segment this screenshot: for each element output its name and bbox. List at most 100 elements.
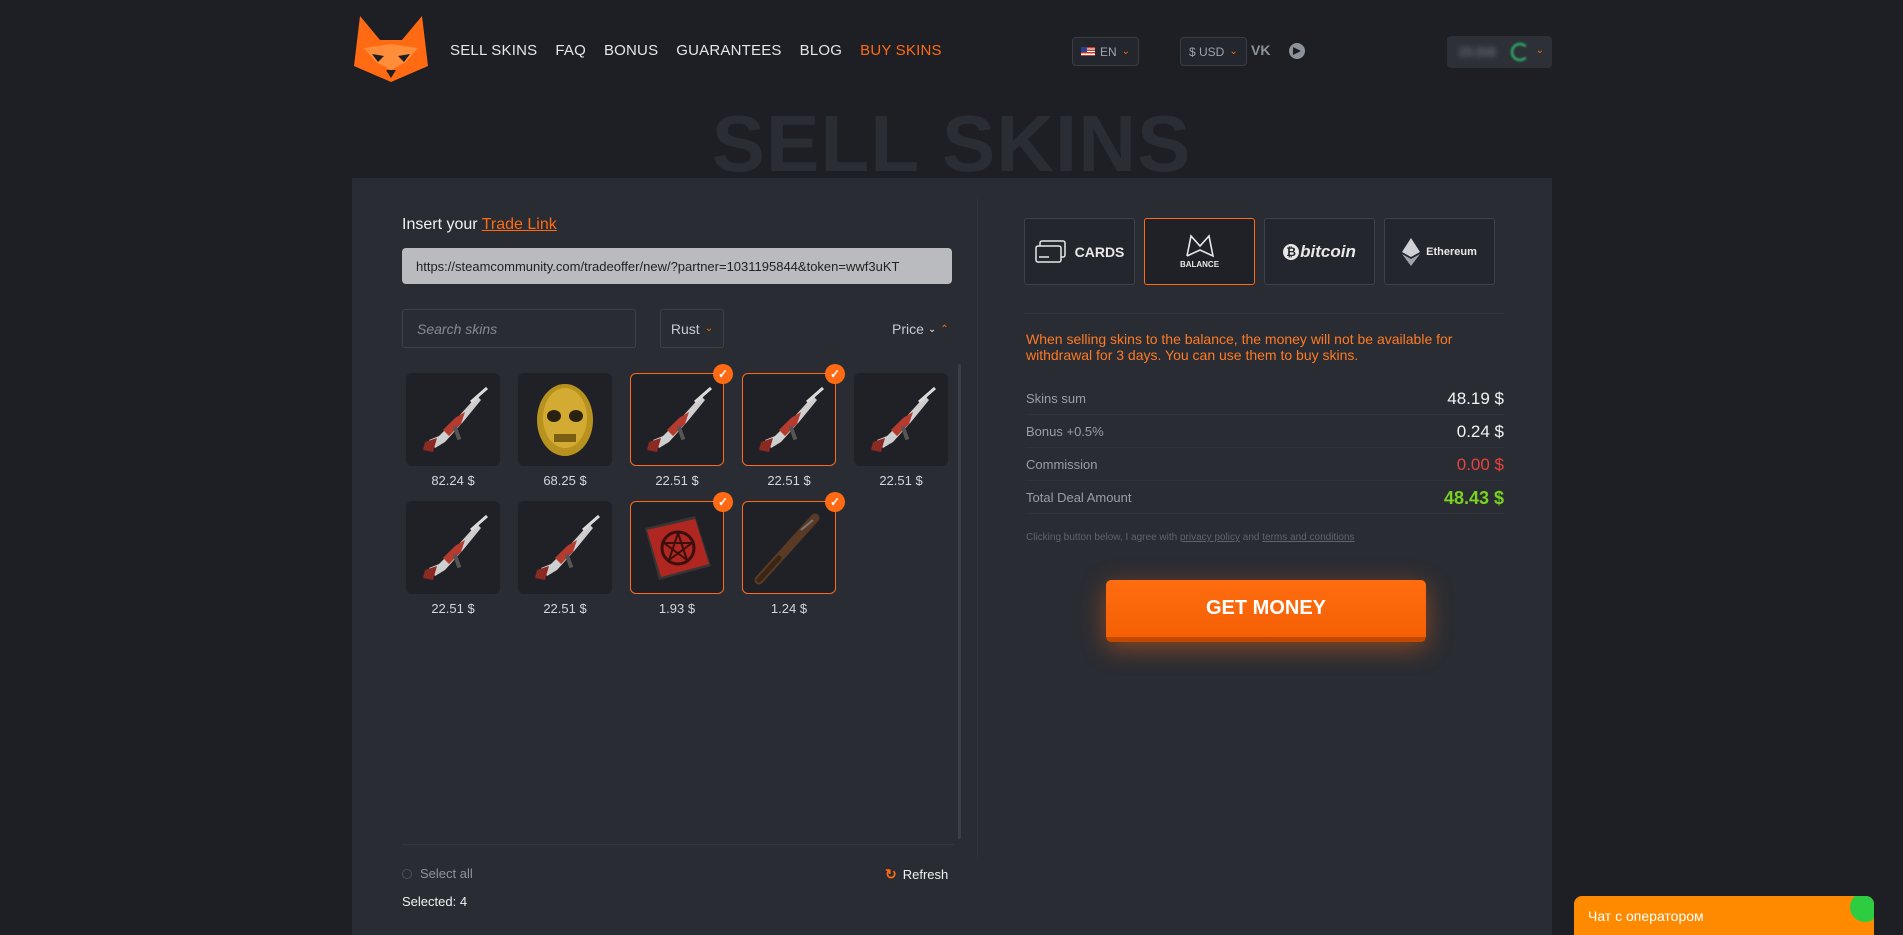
terms-and: and — [1242, 532, 1260, 543]
chat-label: Чат с оператором — [1588, 908, 1704, 924]
skin-price: 68.25 $ — [543, 473, 587, 488]
telegram-icon[interactable] — [1289, 43, 1305, 59]
game-select[interactable]: Rust ⌄ — [660, 309, 724, 348]
skin-item[interactable]: 22.51 $ — [518, 501, 612, 616]
fox-icon — [1185, 234, 1214, 258]
skin-card — [518, 373, 612, 466]
chevron-down-icon: ⌄ — [1229, 46, 1238, 57]
skin-price: 22.51 $ — [431, 601, 475, 616]
refresh-icon: ↻ — [885, 866, 897, 882]
select-all-label: Select all — [420, 866, 473, 881]
skin-card: ✓ — [630, 364, 733, 466]
checkmark-icon: ✓ — [713, 364, 733, 384]
inventory-section: Insert your Trade Link Rust ⌄ Price ⌄ ⌃ … — [402, 178, 961, 935]
skin-card — [406, 373, 500, 466]
ethereum-icon — [1402, 237, 1421, 266]
method-balance[interactable]: BALANCE — [1144, 218, 1255, 285]
baseball-bat-icon — [754, 513, 820, 584]
select-all[interactable]: Select all — [402, 866, 473, 881]
skin-card — [854, 373, 948, 466]
rifle-icon — [423, 514, 488, 580]
skin-card — [518, 501, 612, 594]
trade-link-input[interactable] — [402, 248, 952, 284]
divider — [1024, 313, 1504, 314]
chat-with-operator-button[interactable]: Чат с оператором — [1574, 896, 1874, 935]
skin-item[interactable]: 82.24 $ — [406, 373, 500, 488]
vk-icon[interactable]: VK — [1251, 42, 1270, 58]
scrollbar[interactable] — [958, 364, 961, 839]
nav-faq[interactable]: FAQ — [555, 42, 586, 59]
skin-card: ✓ — [630, 492, 733, 594]
nav-buy-skins[interactable]: BUY SKINS — [860, 42, 942, 59]
summary-row: Commission 0.00 $ — [1026, 453, 1504, 481]
rifle-icon — [871, 386, 936, 452]
chevron-down-icon: ⌄ — [1121, 46, 1131, 57]
commission-value: 0.00 $ — [1456, 455, 1504, 474]
warning-text: When selling skins to the balance, the m… — [1026, 331, 1453, 363]
skin-item[interactable]: 22.51 $ — [854, 373, 948, 488]
method-bitcoin[interactable]: ₿ bitcoin — [1264, 218, 1375, 285]
skin-card: ✓ — [742, 492, 845, 594]
divider — [402, 844, 954, 845]
skin-item[interactable]: ✓ 22.51 $ — [630, 364, 733, 488]
user-menu[interactable]: 23.316 ⌄ — [1447, 36, 1552, 68]
skin-item[interactable]: 22.51 $ — [406, 501, 500, 616]
terms-prefix: Clicking button below, I agree with — [1026, 532, 1178, 543]
method-bitcoin-label: bitcoin — [1300, 241, 1356, 261]
price-sort[interactable]: Price ⌄ ⌃ — [892, 321, 949, 337]
method-balance-label: BALANCE — [1179, 260, 1220, 269]
summary-value: 0.24 $ — [1456, 422, 1504, 441]
nav-blog[interactable]: BLOG — [800, 42, 842, 59]
skin-price: 22.51 $ — [543, 601, 587, 616]
search-input[interactable] — [402, 309, 636, 348]
online-indicator — [1850, 896, 1874, 922]
summary-label: Commission — [1026, 457, 1098, 472]
terms-conditions-link[interactable]: terms and conditions — [1262, 532, 1354, 543]
summary-label: Bonus +0.5% — [1026, 424, 1104, 439]
header: SELL SKINS FAQ BONUS GUARANTEES BLOG BUY… — [0, 0, 1903, 100]
skin-price: 22.51 $ — [879, 473, 923, 488]
user-balance: 23.316 — [1459, 45, 1496, 59]
avatar — [1511, 43, 1529, 61]
us-flag-icon — [1081, 47, 1095, 56]
skin-item[interactable]: ✓ 1.24 $ — [742, 492, 845, 616]
skin-card: ✓ — [742, 364, 845, 466]
rifle-icon — [423, 386, 488, 452]
chevron-down-icon: ⌄ — [704, 323, 714, 334]
rifle-icon — [535, 514, 600, 580]
get-money-button[interactable]: GET MONEY — [1106, 580, 1426, 642]
skin-item[interactable]: ✓ 22.51 $ — [742, 364, 845, 488]
nav-guarantees[interactable]: GUARANTEES — [676, 42, 781, 59]
trade-link-label: Insert your Trade Link — [402, 216, 557, 234]
bitcoin-icon: ₿ — [1283, 243, 1300, 260]
skin-item[interactable]: 68.25 $ — [518, 373, 612, 488]
method-ethereum[interactable]: Ethereum — [1384, 218, 1495, 285]
fox-logo[interactable] — [352, 14, 430, 84]
currency-select[interactable]: $ USD ⌄ — [1180, 37, 1247, 66]
total-value: 48.43 $ — [1443, 488, 1504, 508]
summary-label: Total Deal Amount — [1026, 490, 1132, 505]
trade-link-link[interactable]: Trade Link — [482, 216, 557, 233]
refresh-label: Refresh — [902, 867, 949, 882]
divider — [977, 198, 978, 858]
credit-card-icon — [1034, 239, 1066, 263]
nav-sell-skins[interactable]: SELL SKINS — [450, 42, 537, 59]
selected-count: Selected: 4 — [402, 894, 468, 909]
chevron-up-icon: ⌃ — [940, 323, 949, 335]
summary-value: 48.19 $ — [1447, 389, 1504, 408]
skin-card — [406, 501, 500, 594]
pentagram-box-icon — [645, 515, 711, 580]
skin-price: 1.93 $ — [658, 601, 696, 616]
trade-link-prefix: Insert your — [402, 216, 478, 233]
refresh-button[interactable]: ↻ Refresh — [885, 866, 948, 883]
sell-panel: Insert your Trade Link Rust ⌄ Price ⌄ ⌃ … — [352, 178, 1552, 935]
method-cards[interactable]: CARDS — [1024, 218, 1135, 285]
skin-item[interactable]: ✓ 1.93 $ — [630, 492, 733, 616]
privacy-policy-link[interactable]: privacy policy — [1180, 532, 1240, 543]
payment-methods: CARDS BALANCE ₿ bitcoin Ethereum — [1024, 218, 1495, 285]
language-select[interactable]: EN ⌄ — [1072, 37, 1140, 66]
nav-bonus[interactable]: BONUS — [604, 42, 658, 59]
page-title: SELL SKINS — [711, 99, 1192, 188]
method-cards-label: CARDS — [1074, 243, 1125, 260]
rifle-icon — [759, 386, 824, 452]
